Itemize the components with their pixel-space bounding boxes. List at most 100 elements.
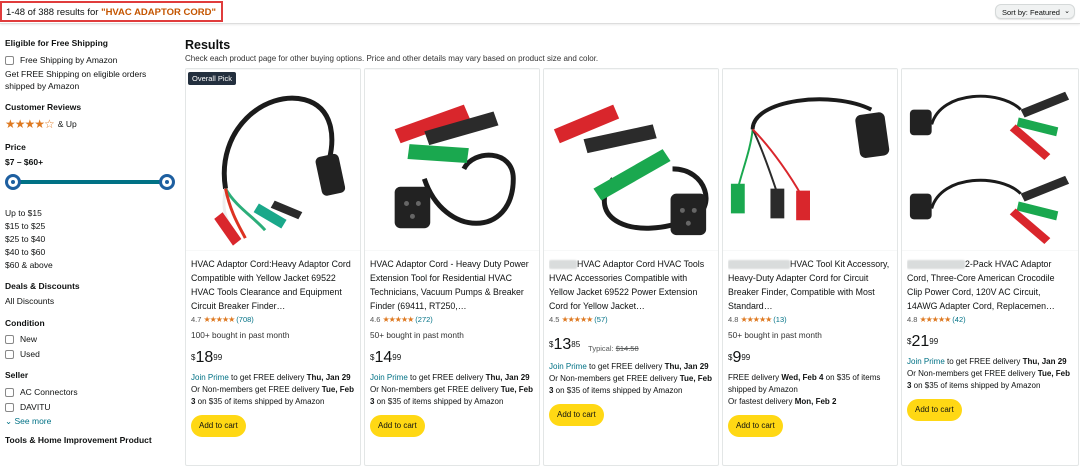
product-price: $ 13 85 Typical: $14.58 <box>549 336 712 356</box>
price-link[interactable]: $25 to $40 <box>5 233 175 246</box>
price-dollars: 18 <box>195 349 214 366</box>
product-card[interactable]: HVAC Tool Kit Accessory, Heavy-Duty Adap… <box>722 68 898 466</box>
slider-min-handle[interactable] <box>5 174 21 190</box>
review-count[interactable]: (42) <box>952 313 965 327</box>
checkbox[interactable] <box>5 387 14 397</box>
condition-used-filter[interactable]: Used <box>5 347 175 361</box>
overall-pick-badge: Overall Pick <box>188 72 237 85</box>
star-rating-icon: ★★★★★ <box>561 315 593 324</box>
delivery-text: to get FREE delivery <box>944 357 1023 366</box>
product-title[interactable]: HVAC Adaptor Cord HVAC Tools HVAC Access… <box>549 257 712 313</box>
price-cents: 99 <box>213 353 223 362</box>
price-dollars: 14 <box>374 349 393 366</box>
seller-filter[interactable]: DAVITU <box>5 400 175 414</box>
join-prime-link[interactable]: Join Prime <box>370 373 408 382</box>
product-card[interactable]: 2-Pack HVAC Adaptor Cord, Three-Core Ame… <box>901 68 1079 466</box>
price-link[interactable]: $15 to $25 <box>5 220 175 233</box>
product-title[interactable]: HVAC Adaptor Cord:Heavy Adaptor Cord Com… <box>191 257 354 313</box>
price-link[interactable]: $60 & above <box>5 259 175 272</box>
product-image[interactable] <box>365 69 539 251</box>
four-stars-and-up-filter[interactable]: ★★★★☆ & Up <box>5 117 175 131</box>
product-image[interactable] <box>723 69 897 251</box>
nonmember-text: Or Non-members get FREE delivery <box>549 374 680 383</box>
product-title[interactable]: 2-Pack HVAC Adaptor Cord, Three-Core Ame… <box>907 257 1072 313</box>
join-prime-link[interactable]: Join Prime <box>907 357 945 366</box>
add-to-cart-button[interactable]: Add to cart <box>907 399 962 421</box>
slider-max-handle[interactable] <box>159 174 175 190</box>
delivery-date: Thu, Jan 29 <box>1022 357 1067 366</box>
delivery-date: Wed, Feb 4 <box>781 373 824 382</box>
nonmember-tail: on $35 of items shipped by Amazon <box>374 397 504 406</box>
checkbox[interactable] <box>5 402 14 412</box>
product-rating[interactable]: 4.8 ★★★★★ (42) <box>907 314 1072 326</box>
delivery-date: Thu, Jan 29 <box>485 373 530 382</box>
free-shipping-filter[interactable]: Free Shipping by Amazon <box>5 53 175 67</box>
seller-filter[interactable]: AC Connectors <box>5 385 175 399</box>
results-count: 1-48 of 388 results for "HVAC ADAPTOR CO… <box>0 1 223 22</box>
adapter-cord-image <box>186 70 360 250</box>
checkbox[interactable] <box>5 334 14 344</box>
product-card[interactable]: HVAC Adaptor Cord HVAC Tools HVAC Access… <box>543 68 719 466</box>
add-to-cart-button[interactable]: Add to cart <box>728 415 783 437</box>
price-heading: Price <box>5 142 26 152</box>
nonmember-tail: on $35 of items shipped by Amazon <box>195 397 325 406</box>
review-count[interactable]: (57) <box>594 313 607 327</box>
delivery-text: to get FREE delivery <box>586 362 665 371</box>
delivery-info: Join Prime to get FREE delivery Thu, Jan… <box>907 356 1072 392</box>
and-up-label: & Up <box>57 119 77 129</box>
review-count[interactable]: (272) <box>415 313 433 327</box>
join-prime-link[interactable]: Join Prime <box>549 362 587 371</box>
product-card[interactable]: Overall Pick HVAC Adaptor Cord:Heavy Ada… <box>185 68 361 466</box>
price-range-slider[interactable] <box>5 173 175 191</box>
seller-label: DAVITU <box>20 402 51 412</box>
condition-label: New <box>20 334 38 344</box>
adapter-cord-image <box>723 70 897 250</box>
product-rating[interactable]: 4.7 ★★★★★ (708) <box>191 314 354 326</box>
join-prime-link[interactable]: Join Prime <box>191 373 229 382</box>
price-link[interactable]: $40 to $60 <box>5 246 175 259</box>
results-count-text: 1-48 of 388 results for <box>6 7 102 18</box>
price-link[interactable]: Up to $15 <box>5 207 175 220</box>
review-count[interactable]: (708) <box>236 313 254 327</box>
fastest-text: Or fastest delivery <box>728 397 795 406</box>
review-count[interactable]: (13) <box>773 313 786 327</box>
results-main: Results Check each product page for othe… <box>185 38 1080 63</box>
product-image[interactable]: Overall Pick <box>186 69 360 251</box>
checkbox[interactable] <box>5 349 14 359</box>
price-cents: 99 <box>741 353 751 362</box>
free-shipping-heading: Eligible for Free Shipping <box>5 38 108 48</box>
product-image[interactable] <box>544 69 718 251</box>
rating-value: 4.8 <box>907 315 918 324</box>
add-to-cart-button[interactable]: Add to cart <box>191 415 246 437</box>
delivery-date: Thu, Jan 29 <box>664 362 709 371</box>
product-card[interactable]: HVAC Adaptor Cord - Heavy Duty Power Ext… <box>364 68 540 466</box>
chevron-down-icon: ⌄ <box>5 416 13 426</box>
search-query: "HVAC ADAPTOR CORD" <box>101 7 216 18</box>
rating-value: 4.7 <box>191 315 202 324</box>
product-rating[interactable]: 4.8 ★★★★★ (13) <box>728 314 891 326</box>
product-title[interactable]: HVAC Tool Kit Accessory, Heavy-Duty Adap… <box>728 257 891 313</box>
delivery-date: Thu, Jan 29 <box>306 373 351 382</box>
condition-new-filter[interactable]: New <box>5 332 175 346</box>
product-image[interactable] <box>902 69 1078 251</box>
price-cents: 99 <box>929 337 939 346</box>
add-to-cart-button[interactable]: Add to cart <box>549 404 604 426</box>
sort-by-dropdown[interactable]: Sort by: Featured ⌄ <box>995 4 1075 19</box>
add-to-cart-button[interactable]: Add to cart <box>370 415 425 437</box>
star-rating-icon: ★★★★☆ <box>5 117 55 131</box>
nonmember-tail: on $35 of items shipped by Amazon <box>553 386 683 395</box>
product-title[interactable]: HVAC Adaptor Cord - Heavy Duty Power Ext… <box>370 257 533 313</box>
rating-value: 4.8 <box>728 315 739 324</box>
product-rating[interactable]: 4.5 ★★★★★ (57) <box>549 314 712 326</box>
results-bar: 1-48 of 388 results for "HVAC ADAPTOR CO… <box>0 0 1080 24</box>
product-rating[interactable]: 4.6 ★★★★★ (272) <box>370 314 533 326</box>
checkbox[interactable] <box>5 55 14 65</box>
price-dollars: 21 <box>911 333 930 350</box>
typical-price: Typical: $14.58 <box>588 342 638 356</box>
sort-by-label: Sort by: <box>1002 8 1028 17</box>
see-more-link[interactable]: ⌄ See more <box>5 416 175 427</box>
filter-sidebar: Eligible for Free Shipping Free Shipping… <box>5 38 175 450</box>
nonmember-tail: on $35 of items shipped by Amazon <box>911 381 1041 390</box>
all-discounts-link[interactable]: All Discounts <box>5 296 175 306</box>
delivery-text: to get FREE delivery <box>407 373 486 382</box>
